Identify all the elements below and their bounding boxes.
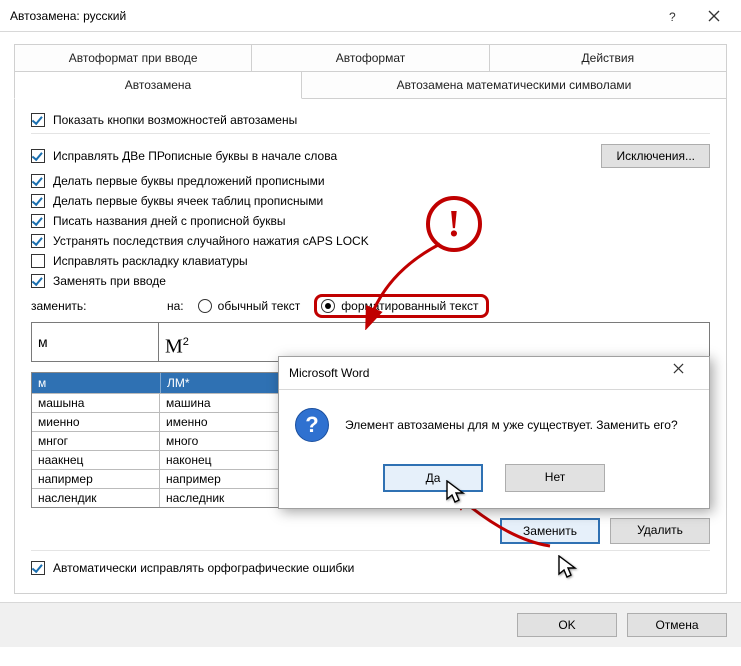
annotation-exclamation-icon: ! bbox=[426, 196, 482, 252]
cancel-button[interactable]: Отмена bbox=[627, 613, 727, 637]
label-two-caps: Исправлять ДВе ПРописные буквы в начале … bbox=[53, 149, 337, 163]
with-label: на: bbox=[167, 299, 184, 313]
checkbox-spellcheck[interactable] bbox=[31, 561, 45, 575]
autocorrect-panel: Показать кнопки возможностей автозамены … bbox=[14, 99, 727, 594]
label-cell-caps: Делать первые буквы ячеек таблиц прописн… bbox=[53, 194, 323, 208]
checkbox-sentence-caps[interactable] bbox=[31, 174, 45, 188]
checkbox-cell-caps[interactable] bbox=[31, 194, 45, 208]
label-sentence-caps: Делать первые буквы предложений прописны… bbox=[53, 174, 325, 188]
checkbox-show-buttons[interactable] bbox=[31, 113, 45, 127]
replace-label: заменить: bbox=[31, 299, 153, 313]
confirm-yes-button[interactable]: Да bbox=[383, 464, 483, 492]
tab-autoformat-typing[interactable]: Автоформат при вводе bbox=[14, 44, 252, 71]
checkbox-day-caps[interactable] bbox=[31, 214, 45, 228]
label-keyboard-layout: Исправлять раскладку клавиатуры bbox=[53, 254, 248, 268]
confirm-no-button[interactable]: Нет bbox=[505, 464, 605, 492]
tabs-row-1: Автоформат при вводе Автоформат Действия bbox=[14, 44, 727, 71]
radio-formatted-label: форматированный текст bbox=[341, 299, 478, 313]
radio-formatted-highlight: форматированный текст bbox=[314, 294, 489, 318]
svg-text:?: ? bbox=[669, 10, 676, 22]
input-replace[interactable]: м bbox=[31, 322, 159, 362]
radio-plain-text[interactable] bbox=[198, 299, 212, 313]
label-day-caps: Писать названия дней с прописной буквы bbox=[53, 214, 285, 228]
tab-math-autocorrect[interactable]: Автозамена математическими символами bbox=[302, 71, 727, 99]
ok-button[interactable]: OK bbox=[517, 613, 617, 637]
label-show-buttons: Показать кнопки возможностей автозамены bbox=[53, 113, 297, 127]
close-button[interactable] bbox=[693, 2, 735, 30]
replace-button[interactable]: Заменить bbox=[500, 518, 600, 544]
label-capslock: Устранять последствия случайного нажатия… bbox=[53, 234, 369, 248]
checkbox-keyboard-layout[interactable] bbox=[31, 254, 45, 268]
table-header-replace: м bbox=[32, 373, 160, 393]
confirm-close-button[interactable] bbox=[673, 363, 703, 383]
radio-formatted-text[interactable] bbox=[321, 299, 335, 313]
replace-options-row: заменить: на: обычный текст форматирован… bbox=[31, 294, 710, 318]
window-title: Автозамена: русский bbox=[10, 9, 651, 23]
dialog-footer: OK Отмена bbox=[0, 602, 741, 647]
radio-plain-label: обычный текст bbox=[218, 299, 301, 313]
confirm-dialog-title: Microsoft Word bbox=[289, 366, 673, 380]
checkbox-replace-typing[interactable] bbox=[31, 274, 45, 288]
label-replace-typing: Заменять при вводе bbox=[53, 274, 166, 288]
titlebar: Автозамена: русский ? bbox=[0, 0, 741, 32]
tab-actions[interactable]: Действия bbox=[490, 44, 727, 71]
help-button[interactable]: ? bbox=[651, 2, 693, 30]
delete-button[interactable]: Удалить bbox=[610, 518, 710, 544]
label-spellcheck: Автоматически исправлять орфографические… bbox=[53, 561, 354, 575]
tab-autoformat[interactable]: Автоформат bbox=[252, 44, 489, 71]
radio-formatted-text-wrap[interactable]: форматированный текст bbox=[321, 299, 478, 313]
exceptions-button[interactable]: Исключения... bbox=[601, 144, 710, 168]
tab-autocorrect[interactable]: Автозамена bbox=[14, 71, 302, 99]
question-icon: ? bbox=[295, 408, 329, 442]
radio-plain-text-wrap[interactable]: обычный текст bbox=[198, 299, 301, 313]
checkbox-capslock[interactable] bbox=[31, 234, 45, 248]
confirm-dialog-text: Элемент автозамены для м уже существует.… bbox=[345, 418, 678, 432]
checkbox-two-caps[interactable] bbox=[31, 149, 45, 163]
tabs-row-2: Автозамена Автозамена математическими си… bbox=[14, 71, 727, 99]
confirm-dialog: Microsoft Word ? Элемент автозамены для … bbox=[278, 356, 710, 509]
